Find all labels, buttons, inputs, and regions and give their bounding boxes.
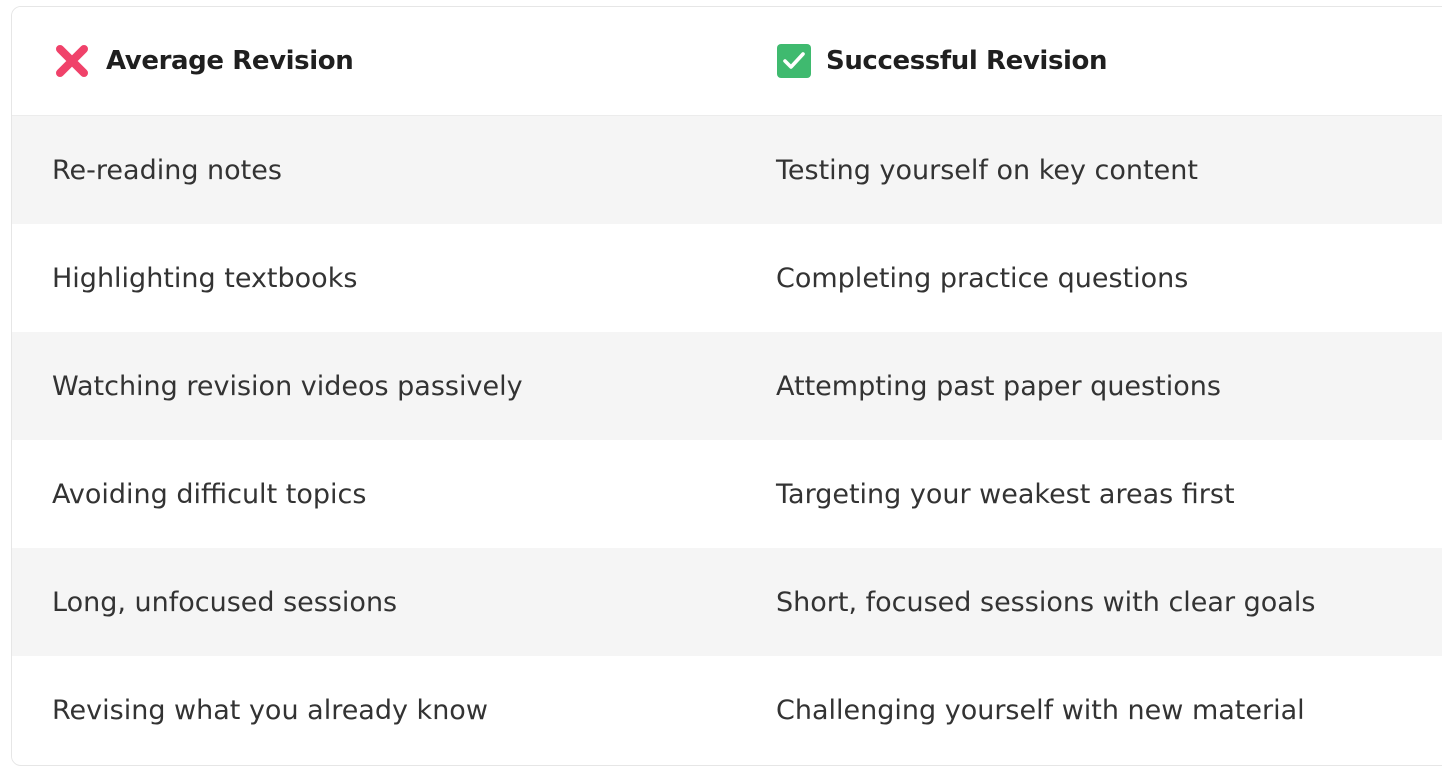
header-successful-label: Successful Revision [826, 46, 1108, 76]
table-row: Re-reading notes Testing yourself on key… [12, 116, 1442, 224]
successful-cell: Challenging yourself with new material [776, 694, 1305, 726]
table-row: Revising what you already know Challengi… [12, 656, 1442, 764]
header-average-revision: Average Revision [12, 41, 735, 81]
average-cell: Revising what you already know [52, 694, 488, 726]
average-cell: Re-reading notes [52, 154, 282, 186]
average-cell: Long, unfocused sessions [52, 586, 398, 618]
cross-mark-icon [52, 41, 92, 81]
table-row: Highlighting textbooks Completing practi… [12, 224, 1442, 332]
successful-cell: Short, focused sessions with clear goals [776, 586, 1316, 618]
check-box-icon [776, 43, 812, 79]
average-cell: Watching revision videos passively [52, 370, 523, 402]
header-successful-revision: Successful Revision [735, 43, 1442, 79]
average-cell: Avoiding difficult topics [52, 478, 367, 510]
table-row: Watching revision videos passively Attem… [12, 332, 1442, 440]
successful-cell: Targeting your weakest areas first [776, 478, 1235, 510]
successful-cell: Testing yourself on key content [776, 154, 1198, 186]
successful-cell: Attempting past paper questions [776, 370, 1221, 402]
header-average-label: Average Revision [106, 46, 354, 76]
average-cell: Highlighting textbooks [52, 262, 358, 294]
table-row: Avoiding difficult topics Targeting your… [12, 440, 1442, 548]
table-row: Long, unfocused sessions Short, focused … [12, 548, 1442, 656]
successful-cell: Completing practice questions [776, 262, 1189, 294]
table-header-row: Average Revision Successful Revision [12, 7, 1442, 116]
comparison-table: Average Revision Successful Revision Re-… [11, 6, 1442, 766]
